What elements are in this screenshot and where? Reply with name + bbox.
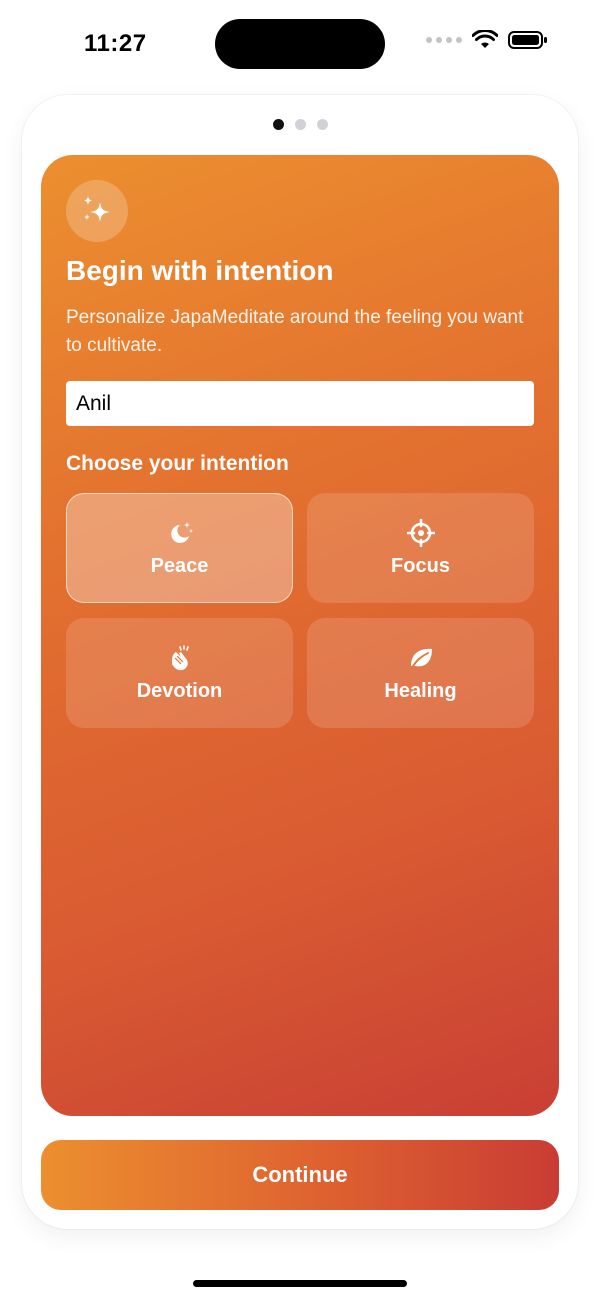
intention-option-healing[interactable]: Healing	[307, 618, 534, 728]
moon-stars-icon	[166, 519, 194, 547]
status-indicators	[426, 30, 548, 50]
name-input[interactable]	[66, 381, 534, 426]
intention-option-devotion[interactable]: Devotion	[66, 618, 293, 728]
page-dot-3[interactable]	[316, 119, 328, 130]
sparkles-icon	[84, 196, 110, 222]
intention-option-focus[interactable]: Focus	[307, 493, 534, 603]
page-subtitle: Personalize JapaMeditate around the feel…	[66, 307, 524, 356]
cellular-signal-icon	[426, 37, 462, 43]
status-time: 11:27	[84, 30, 147, 57]
page-dot-1[interactable]	[272, 119, 284, 130]
scope-icon	[406, 518, 435, 547]
intention-option-peace[interactable]: Peace	[66, 493, 293, 603]
screen: 11:27 Begin with intention Personalize J…	[0, 0, 600, 1298]
page-dot-2[interactable]	[294, 119, 306, 130]
intention-label: Peace	[150, 554, 209, 577]
leaf-icon	[407, 644, 435, 672]
hands-clap-icon	[166, 644, 194, 672]
continue-button[interactable]: Continue	[41, 1140, 559, 1210]
intention-label: Healing	[384, 679, 457, 702]
intention-label: Devotion	[136, 679, 223, 702]
intention-label: Focus	[391, 554, 450, 577]
intention-section-label: Choose your intention	[66, 452, 289, 475]
page-title: Begin with intention	[66, 255, 334, 286]
battery-icon	[508, 31, 547, 49]
dynamic-island	[215, 19, 385, 69]
sparkles-badge	[66, 180, 128, 242]
wifi-icon	[472, 30, 498, 48]
page-indicator[interactable]	[0, 119, 600, 130]
home-indicator[interactable]	[193, 1280, 407, 1287]
